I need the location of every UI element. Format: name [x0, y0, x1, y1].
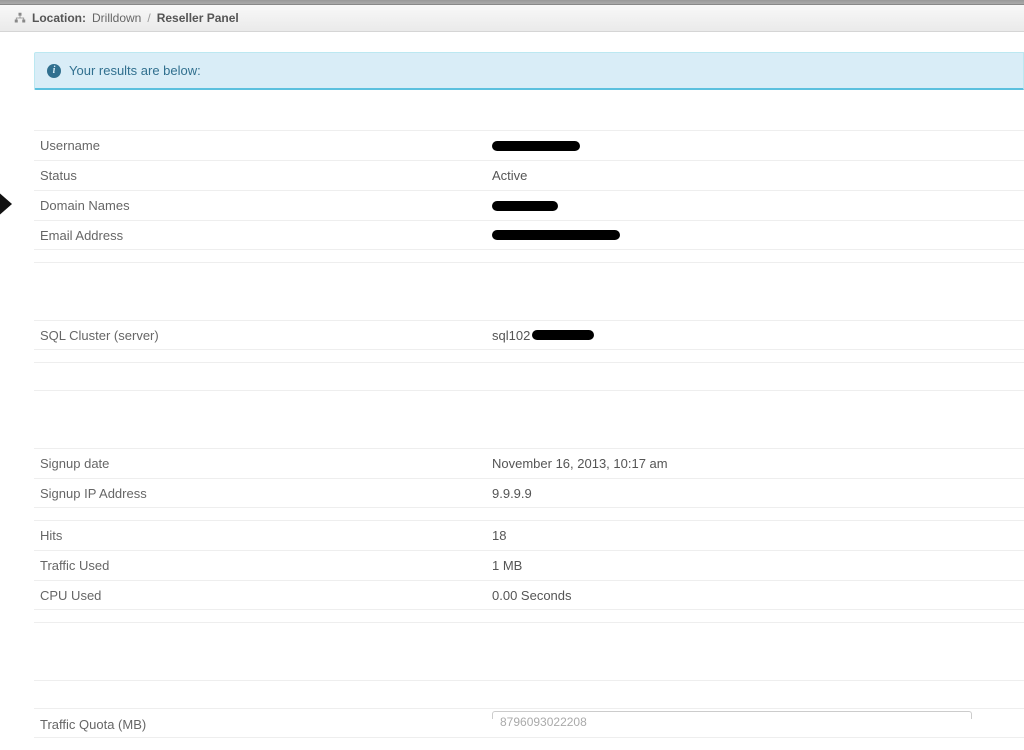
value-traffic-used: 1 MB: [492, 558, 1024, 573]
value-status: Active: [492, 168, 1024, 183]
redacted-value: [492, 141, 580, 151]
value-username: [492, 141, 1024, 151]
value-hits: 18: [492, 528, 1024, 543]
label-status: Status: [34, 168, 492, 183]
row-signup-date: Signup date November 16, 2013, 10:17 am: [34, 448, 1024, 478]
server-details-group: SQL Cluster (server) sql102: [34, 320, 1024, 350]
breadcrumb-current: Reseller Panel: [157, 11, 239, 25]
label-email: Email Address: [34, 228, 492, 243]
value-email: [492, 230, 1024, 240]
label-domain: Domain Names: [34, 198, 492, 213]
label-cpu-used: CPU Used: [34, 588, 492, 603]
value-traffic-quota: 8796093022208: [492, 717, 1024, 719]
row-hits: Hits 18: [34, 520, 1024, 550]
label-hits: Hits: [34, 528, 492, 543]
label-signup-ip: Signup IP Address: [34, 486, 492, 501]
label-sql-cluster: SQL Cluster (server): [34, 328, 492, 343]
row-email: Email Address: [34, 220, 1024, 250]
row-signup-ip: Signup IP Address 9.9.9.9: [34, 478, 1024, 508]
breadcrumb-separator: /: [147, 11, 150, 25]
row-domain: Domain Names: [34, 190, 1024, 220]
value-domain: [492, 201, 1024, 211]
row-traffic-quota: Traffic Quota (MB) 8796093022208: [34, 708, 1024, 738]
account-details-group: Username Status Active Domain Names Emai…: [34, 130, 1024, 250]
quota-details-group: Traffic Quota (MB) 8796093022208: [34, 708, 1024, 738]
label-traffic-used: Traffic Used: [34, 558, 492, 573]
group-spacer: [34, 680, 1024, 708]
redacted-value: [492, 230, 620, 240]
sidebar-expand-arrow-icon[interactable]: [0, 190, 12, 218]
label-traffic-quota: Traffic Quota (MB): [34, 717, 492, 732]
value-cpu-used: 0.00 Seconds: [492, 588, 1024, 603]
sql-prefix-text: sql102: [492, 328, 530, 343]
label-signup-date: Signup date: [34, 456, 492, 471]
sitemap-icon: [14, 12, 26, 24]
usage-details-group: Hits 18 Traffic Used 1 MB CPU Used 0.00 …: [34, 520, 1024, 610]
breadcrumb-link-drilldown[interactable]: Drilldown: [92, 11, 141, 25]
value-signup-ip: 9.9.9.9: [492, 486, 1024, 501]
value-sql-cluster: sql102: [492, 328, 1024, 343]
row-status: Status Active: [34, 160, 1024, 190]
traffic-quota-input-ghost: 8796093022208: [492, 715, 587, 729]
row-cpu-used: CPU Used 0.00 Seconds: [34, 580, 1024, 610]
breadcrumb-label: Location:: [32, 11, 86, 25]
group-spacer: [34, 262, 1024, 320]
redacted-value: [532, 330, 594, 340]
row-username: Username: [34, 130, 1024, 160]
info-icon: i: [47, 64, 61, 78]
group-spacer: [34, 362, 1024, 390]
row-traffic-used: Traffic Used 1 MB: [34, 550, 1024, 580]
row-sql-cluster: SQL Cluster (server) sql102: [34, 320, 1024, 350]
breadcrumb: Location: Drilldown / Reseller Panel: [0, 5, 1024, 32]
signup-details-group: Signup date November 16, 2013, 10:17 am …: [34, 448, 1024, 508]
group-spacer: [34, 390, 1024, 448]
label-username: Username: [34, 138, 492, 153]
redacted-value: [492, 201, 558, 211]
info-notice-text: Your results are below:: [69, 63, 201, 78]
group-spacer: [34, 622, 1024, 680]
info-notice: i Your results are below:: [34, 52, 1024, 90]
value-signup-date: November 16, 2013, 10:17 am: [492, 456, 1024, 471]
main-content: i Your results are below: Username Statu…: [0, 32, 1024, 738]
